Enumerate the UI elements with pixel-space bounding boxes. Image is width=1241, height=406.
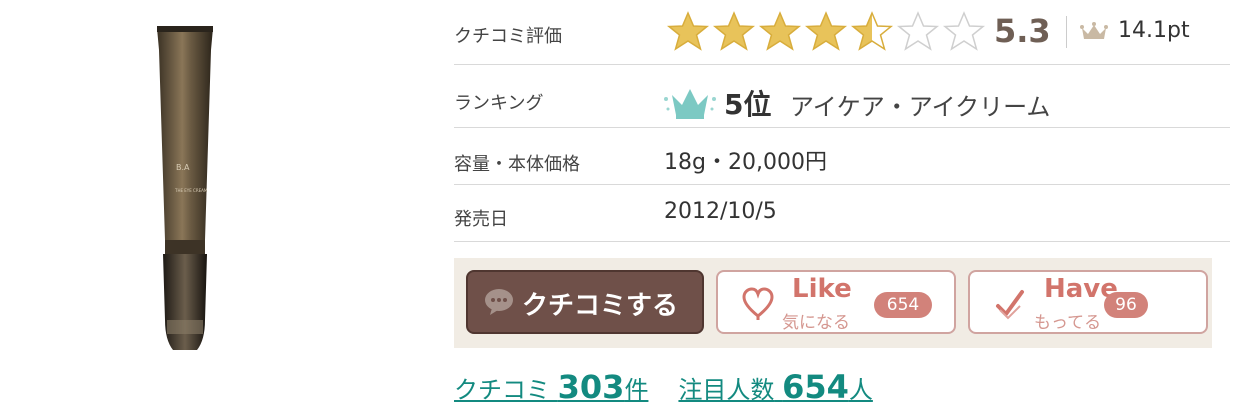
tube-logo: B.A [176,163,190,172]
review-count: 303 [557,368,625,406]
divider [1066,16,1067,48]
attention-count: 654 [782,368,849,406]
like-label: Like [792,274,852,304]
product-image: B.A THE EYE CREAM [157,26,213,350]
star-filled-icon [758,11,802,51]
check-hand-icon [996,290,1024,320]
write-review-label: クチコミする [522,291,679,321]
heart-icon [742,287,774,320]
star-filled-icon [666,11,710,51]
svg-text:THE EYE CREAM: THE EYE CREAM [174,188,208,193]
rating-label: クチコミ評価 [454,26,562,47]
attention-count-link[interactable]: 注目人数 654人 [678,368,872,406]
capacity-row: 容量・本体価格 18g・20,000円 [454,128,1230,185]
speech-bubble-icon [485,289,513,315]
review-count-link[interactable]: クチコミ 303件 [454,368,648,406]
star-filled-icon [850,11,894,51]
capacity-value: 18g・20,000円 [664,150,827,175]
stats-bar: クチコミ 303件 注目人数 654人 [454,368,873,406]
like-count-badge: 654 [874,292,932,318]
ranking-label: ランキング [454,93,544,114]
star-filled-icon [804,11,848,51]
rating-row: クチコミ評価 5.3 14.1pt [454,0,1230,65]
product-info-table: クチコミ評価 5.3 14.1pt ランキング 5位 アイケア・アイクリーム 容… [454,0,1230,242]
release-value: 2012/10/5 [664,199,777,224]
like-button[interactable]: Like 気になる 654 [716,270,956,334]
ranking-number: 5位 [724,88,772,121]
have-sublabel: もってる [1034,313,1102,333]
ranking-crown-icon [664,89,716,119]
rating-points: 14.1pt [1118,18,1190,43]
ranking-row: ランキング 5位 アイケア・アイクリーム [454,65,1230,128]
like-sublabel: 気になる [782,313,850,333]
rating-score: 5.3 [994,12,1051,50]
crown-icon [1080,22,1108,39]
write-review-button[interactable]: クチコミする [466,270,704,334]
star-filled-icon [712,11,756,51]
capacity-label: 容量・本体価格 [454,154,580,175]
rating-stars [666,10,986,54]
have-button[interactable]: Have もってる 96 [968,270,1208,334]
ranking-category-link[interactable]: アイケア・アイクリーム [790,87,1050,122]
have-count-badge: 96 [1104,292,1148,318]
release-row: 発売日 2012/10/5 [454,185,1230,242]
star-empty-icon [896,11,940,51]
release-label: 発売日 [454,209,508,230]
star-empty-icon [942,11,986,51]
action-bar: クチコミする Like 気になる 654 Have もってる 96 [454,258,1212,348]
